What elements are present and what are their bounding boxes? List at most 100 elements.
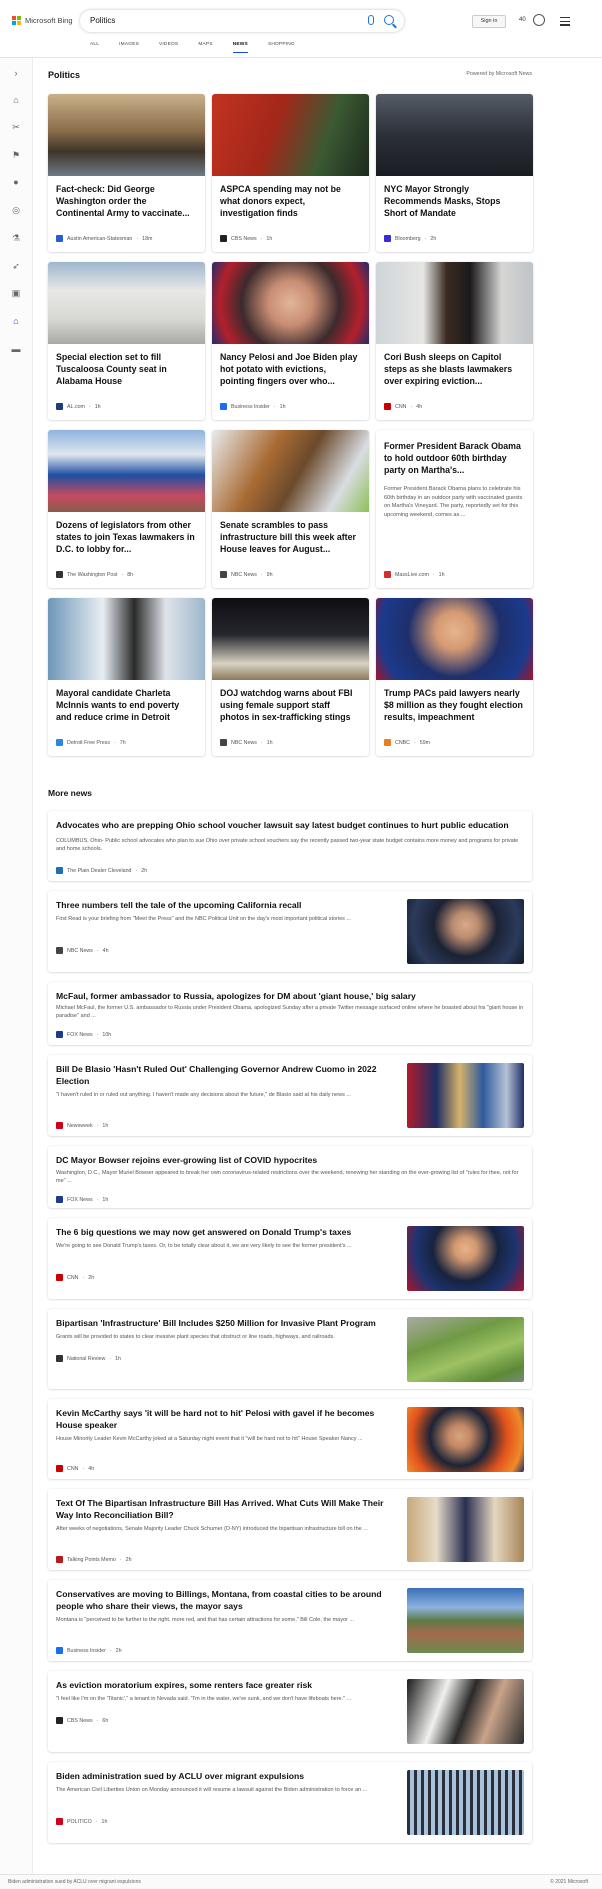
expand-icon[interactable]: › (11, 68, 21, 78)
flag-icon[interactable]: ⚑ (11, 150, 21, 160)
tab-news[interactable]: NEWS (232, 42, 248, 53)
card-image (376, 94, 533, 176)
news-card[interactable]: Senate scrambles to pass infrastructure … (212, 430, 369, 588)
news-row[interactable]: Bill De Blasio 'Hasn't Ruled Out' Challe… (48, 1055, 532, 1136)
source-logo-icon (56, 1647, 63, 1654)
news-card[interactable]: Nancy Pelosi and Joe Biden play hot pota… (212, 262, 369, 420)
card-title[interactable]: DOJ watchdog warns about FBI using femal… (220, 687, 361, 724)
row-source: Business Insider · 2h (56, 1647, 122, 1654)
row-title[interactable]: Advocates who are prepping Ohio school v… (56, 819, 524, 831)
mic-icon[interactable] (368, 15, 374, 25)
news-card[interactable]: DOJ watchdog warns about FBI using femal… (212, 598, 369, 756)
news-card[interactable]: ASPCA spending may not be what donors ex… (212, 94, 369, 252)
tab-all[interactable]: ALL (90, 42, 99, 53)
card-title[interactable]: Special election set to fill Tuscaloosa … (56, 351, 197, 388)
globe-icon[interactable]: ◎ (11, 205, 21, 215)
card-source: Detroit Free Press · 7h (56, 739, 199, 746)
row-abstract: Washington, D.C., Mayor Muriel Bowser ap… (56, 1170, 519, 1185)
news-card[interactable]: Mayoral candidate Charleta McInnis wants… (48, 598, 205, 756)
row-title[interactable]: Kevin McCarthy says 'it will be hard not… (56, 1407, 397, 1431)
news-row[interactable]: DC Mayor Bowser rejoins ever-growing lis… (48, 1146, 532, 1208)
news-card[interactable]: Cori Bush sleeps on Capitol steps as she… (376, 262, 533, 420)
film-icon[interactable]: ▣ (11, 288, 21, 298)
microsoft-logo-icon (12, 16, 21, 25)
row-image (407, 1497, 524, 1562)
news-row[interactable]: Text Of The Bipartisan Infrastructure Bi… (48, 1489, 532, 1570)
news-card[interactable]: Dozens of legislators from other states … (48, 430, 205, 588)
row-title[interactable]: Bill De Blasio 'Hasn't Ruled Out' Challe… (56, 1063, 397, 1087)
row-abstract: Grants will be provided to states to cle… (56, 1334, 335, 1340)
tab-videos[interactable]: VIDEOS (159, 42, 178, 53)
row-title[interactable]: Conservatives are moving to Billings, Mo… (56, 1588, 397, 1612)
card-title[interactable]: Trump PACs paid lawyers nearly $8 millio… (384, 687, 525, 724)
page-title: Politics (48, 70, 81, 80)
row-abstract: We're going to see Donald Trump's taxes.… (56, 1243, 352, 1249)
row-source: CBS News · 6h (56, 1717, 108, 1724)
card-title[interactable]: ASPCA spending may not be what donors ex… (220, 183, 361, 220)
news-row[interactable]: Biden administration sued by ACLU over m… (48, 1762, 532, 1843)
card-image (48, 262, 205, 344)
source-logo-icon (384, 571, 391, 578)
sign-in-button[interactable]: Sign in (472, 15, 506, 28)
news-row[interactable]: Conservatives are moving to Billings, Mo… (48, 1580, 532, 1661)
row-title[interactable]: Biden administration sued by ACLU over m… (56, 1770, 397, 1782)
card-title[interactable]: Mayoral candidate Charleta McInnis wants… (56, 687, 197, 724)
row-title[interactable]: McFaul, former ambassador to Russia, apo… (56, 990, 524, 1002)
bank-icon[interactable]: ⌂ (11, 316, 21, 326)
card-image (48, 94, 205, 176)
source-logo-icon (384, 403, 391, 410)
rewards-points[interactable]: 40 (519, 17, 526, 23)
science-icon[interactable]: ⚗ (11, 233, 21, 243)
vertical-tabs: ALL IMAGES VIDEOS MAPS NEWS SHOPPING (90, 42, 315, 53)
tab-maps[interactable]: MAPS (198, 42, 212, 53)
news-row[interactable]: Three numbers tell the tale of the upcom… (48, 891, 532, 972)
row-title[interactable]: Bipartisan 'Infrastructure' Bill Include… (56, 1317, 397, 1329)
news-row[interactable]: The 6 big questions we may now get answe… (48, 1218, 532, 1299)
row-title[interactable]: Text Of The Bipartisan Infrastructure Bi… (56, 1497, 397, 1521)
card-title[interactable]: Former President Barack Obama to hold ou… (384, 440, 525, 477)
row-title[interactable]: Three numbers tell the tale of the upcom… (56, 899, 397, 911)
card-image (48, 598, 205, 680)
search-box[interactable]: Politics (80, 10, 404, 32)
card-title[interactable]: Fact-check: Did George Washington order … (56, 183, 197, 220)
row-title[interactable]: As eviction moratorium expires, some ren… (56, 1679, 397, 1691)
row-abstract: Montana is "perceived to be further to t… (56, 1617, 354, 1623)
news-row[interactable]: As eviction moratorium expires, some ren… (48, 1671, 532, 1752)
rewards-icon[interactable] (533, 14, 545, 26)
copyright-text: © 2021 Microsoft (550, 1879, 588, 1885)
source-logo-icon (220, 235, 227, 242)
footer-link[interactable]: Biden administration sued by ACLU over m… (8, 1879, 141, 1885)
home-icon[interactable]: ⌂ (11, 95, 21, 105)
news-card[interactable]: NYC Mayor Strongly Recommends Masks, Sto… (376, 94, 533, 252)
row-abstract: "I feel like I'm on the 'Titanic'," a te… (56, 1696, 352, 1702)
source-logo-icon (56, 739, 63, 746)
card-title[interactable]: Cori Bush sleeps on Capitol steps as she… (384, 351, 525, 388)
news-card[interactable]: Fact-check: Did George Washington order … (48, 94, 205, 252)
news-card[interactable]: Special election set to fill Tuscaloosa … (48, 262, 205, 420)
news-row[interactable]: McFaul, former ambassador to Russia, apo… (48, 982, 532, 1045)
source-logo-icon (384, 235, 391, 242)
rocket-icon[interactable]: ➶ (11, 261, 21, 271)
news-row[interactable]: Kevin McCarthy says 'it will be hard not… (48, 1399, 532, 1479)
card-title[interactable]: Nancy Pelosi and Joe Biden play hot pota… (220, 351, 361, 388)
search-icon[interactable] (384, 15, 394, 25)
news-row[interactable]: Bipartisan 'Infrastructure' Bill Include… (48, 1309, 532, 1389)
news-row[interactable]: Advocates who are prepping Ohio school v… (48, 811, 532, 881)
news-card[interactable]: Trump PACs paid lawyers nearly $8 millio… (376, 598, 533, 756)
bing-logo[interactable]: Microsoft Bing (12, 16, 73, 25)
money-icon[interactable]: ▬ (11, 344, 21, 354)
row-title[interactable]: DC Mayor Bowser rejoins ever-growing lis… (56, 1154, 524, 1166)
card-image (48, 430, 205, 512)
menu-icon[interactable] (560, 17, 570, 28)
row-abstract: "I haven't ruled in or ruled out anythin… (56, 1092, 351, 1098)
card-title[interactable]: Senate scrambles to pass infrastructure … (220, 519, 361, 556)
card-title[interactable]: Dozens of legislators from other states … (56, 519, 197, 556)
row-title[interactable]: The 6 big questions we may now get answe… (56, 1226, 397, 1238)
card-title[interactable]: NYC Mayor Strongly Recommends Masks, Sto… (384, 183, 525, 220)
search-input[interactable]: Politics (90, 16, 115, 25)
location-icon[interactable]: ● (11, 177, 21, 187)
tab-shopping[interactable]: SHOPPING (268, 42, 295, 53)
news-card[interactable]: Former President Barack Obama to hold ou… (376, 430, 533, 588)
tab-images[interactable]: IMAGES (119, 42, 139, 53)
tools-icon[interactable]: ✂ (11, 122, 21, 132)
